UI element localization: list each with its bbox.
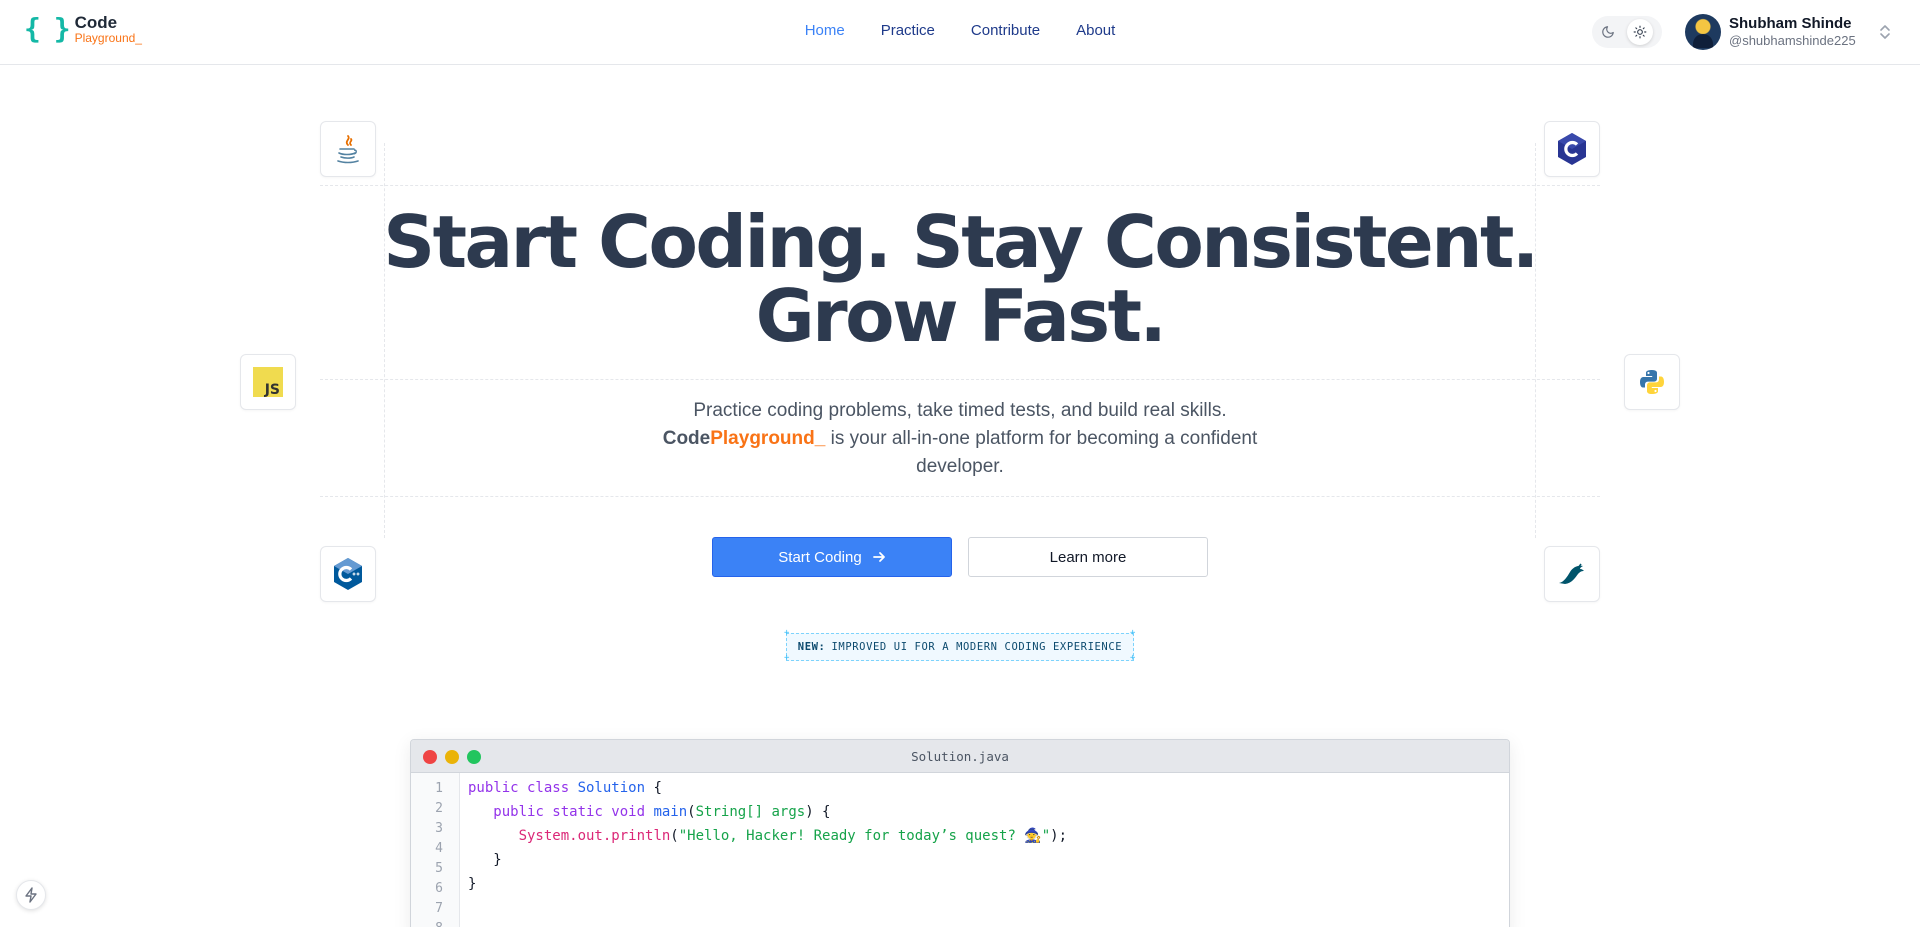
- line-number: 2: [435, 801, 443, 816]
- svg-text:JS: JS: [264, 382, 280, 397]
- c-icon: [1544, 121, 1600, 177]
- dark-mode-button[interactable]: [1595, 19, 1621, 45]
- code-punct: {: [645, 780, 662, 796]
- code-punct: }: [468, 852, 502, 868]
- lightning-icon: [25, 887, 37, 903]
- code-punct: (: [670, 828, 679, 844]
- user-info: Shubham Shinde @shubhamshinde225: [1729, 15, 1856, 49]
- user-name: Shubham Shinde: [1729, 15, 1852, 33]
- nav-about[interactable]: About: [1076, 22, 1115, 39]
- line-number: 6: [435, 881, 443, 896]
- code-class-name: Solution: [577, 780, 646, 796]
- badge-text: IMPROVED UI FOR A MODERN CODING EXPERIEN…: [831, 641, 1123, 653]
- cpp-icon: [320, 546, 376, 602]
- grid-line: [320, 496, 1600, 497]
- javascript-icon: JS: [240, 354, 296, 410]
- subtitle-brand-playground: Playground_: [710, 428, 826, 449]
- java-icon: [320, 121, 376, 177]
- nav-practice[interactable]: Practice: [881, 22, 935, 39]
- quick-action-button[interactable]: [16, 880, 46, 910]
- chevron-up-down-icon: [1879, 25, 1890, 39]
- line-number: 7: [435, 901, 443, 916]
- code-string: "Hello, Hacker! Ready for today’s quest?…: [678, 828, 1051, 844]
- code-line: public class Solution {: [468, 780, 662, 796]
- user-menu[interactable]: Shubham Shinde @shubhamshinde225: [1685, 14, 1892, 50]
- code-editor-window: Solution.java 1 2 3 4 5 6 7 8 public cla…: [410, 739, 1510, 927]
- subtitle-brand-code: Code: [662, 428, 711, 449]
- subtitle-line-1: Practice coding problems, take timed tes…: [693, 400, 1227, 421]
- code-method-name: main: [653, 804, 688, 820]
- avatar: [1685, 14, 1721, 50]
- top-navbar: { } Code Playground_ Home Practice Contr…: [0, 0, 1920, 65]
- headline-line-2: Grow Fast.: [755, 274, 1167, 358]
- grid-line: [320, 379, 1600, 380]
- code-line: }: [468, 876, 476, 892]
- editor-titlebar: Solution.java: [411, 740, 1509, 773]
- learn-more-button[interactable]: Learn more: [968, 537, 1208, 577]
- editor-filename: Solution.java: [911, 749, 1009, 764]
- code-call: System.out.println: [518, 828, 671, 844]
- start-coding-label: Start Coding: [778, 548, 862, 566]
- start-coding-button[interactable]: Start Coding: [712, 537, 952, 577]
- light-mode-button[interactable]: [1627, 19, 1653, 45]
- grid-line: [320, 185, 1600, 186]
- code-line: }: [468, 852, 502, 868]
- line-number: 1: [435, 781, 443, 796]
- python-icon: [1624, 354, 1680, 410]
- nav-contribute[interactable]: Contribute: [971, 22, 1040, 39]
- line-number: 4: [435, 841, 443, 856]
- code-punct: }: [468, 876, 477, 892]
- user-handle: @shubhamshinde225: [1729, 33, 1856, 49]
- code-punct: ) {: [805, 804, 831, 820]
- learn-more-label: Learn more: [1049, 548, 1127, 566]
- moon-icon: [1602, 26, 1614, 38]
- code-line: public static void main(String[] args) {: [468, 804, 830, 820]
- announcement-badge: + + + + NEW: IMPROVED UI FOR A MODERN CO…: [784, 628, 1137, 663]
- line-number: 3: [435, 821, 443, 836]
- code-keyword: public static void: [493, 804, 654, 820]
- mysql-icon: [1544, 546, 1600, 602]
- code-params: String[] args: [695, 804, 806, 820]
- code-keyword: public class: [468, 780, 578, 796]
- line-number-gutter: 1 2 3 4 5 6 7 8: [411, 773, 460, 927]
- hero-headline: Start Coding. Stay Consistent. Grow Fast…: [0, 205, 1920, 353]
- code-punct: (: [687, 804, 696, 820]
- badge-prefix: NEW:: [797, 641, 826, 653]
- hero-subtitle: Practice coding problems, take timed tes…: [640, 397, 1280, 481]
- code-line: System.out.println("Hello, Hacker! Ready…: [468, 828, 1067, 844]
- line-number: 8: [411, 921, 443, 927]
- headline-line-1: Start Coding. Stay Consistent.: [383, 200, 1539, 284]
- arrow-right-icon: [872, 552, 885, 562]
- subtitle-line-2: is your all-in-one platform for becoming…: [825, 428, 1258, 477]
- line-number: 5: [435, 861, 443, 876]
- theme-toggle[interactable]: [1592, 16, 1662, 48]
- code-punct: );: [1050, 828, 1068, 844]
- nav-home[interactable]: Home: [805, 22, 845, 39]
- sun-icon: [1633, 25, 1647, 39]
